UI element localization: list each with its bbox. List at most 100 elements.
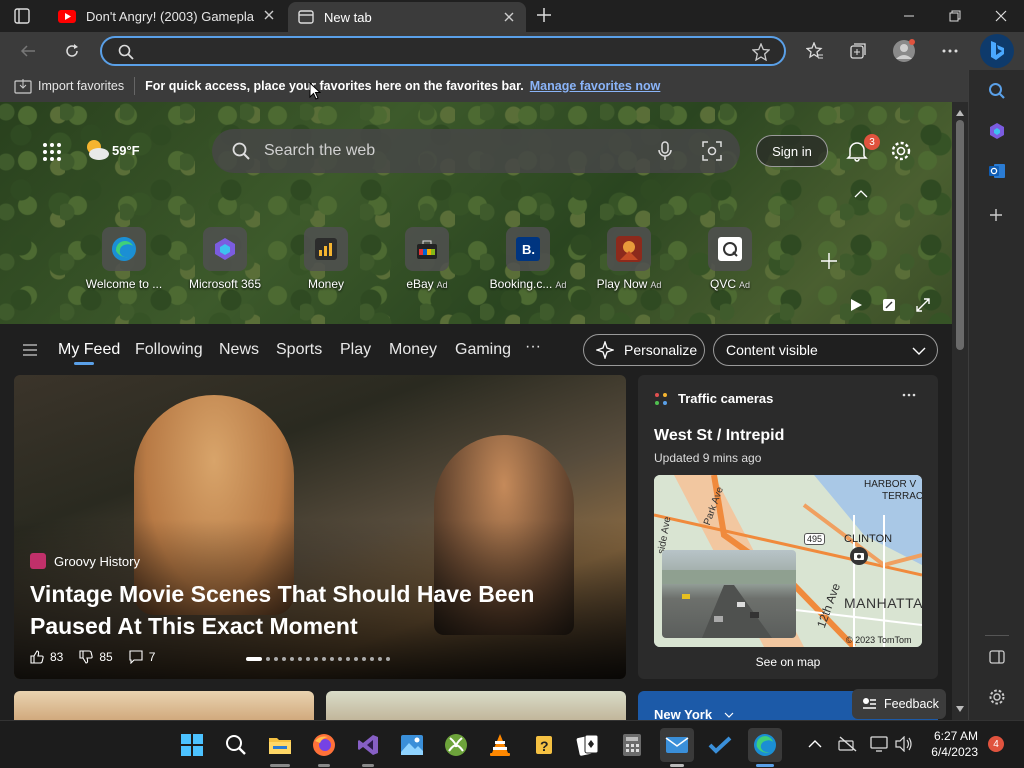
visual-search-icon[interactable] <box>702 141 722 161</box>
close-tab-icon[interactable] <box>262 8 276 22</box>
back-icon[interactable] <box>13 36 43 66</box>
vlc-icon[interactable] <box>484 729 516 761</box>
nav-tab-play[interactable]: Play <box>340 341 371 359</box>
windows-start-icon[interactable] <box>176 729 208 761</box>
firefox-icon[interactable] <box>308 729 340 761</box>
carousel-dot[interactable] <box>314 657 318 661</box>
new-tab-plus-icon[interactable] <box>536 7 552 23</box>
taskbar-search-icon[interactable] <box>220 729 252 761</box>
camera-marker-icon[interactable] <box>850 547 868 565</box>
more-options-icon[interactable] <box>935 36 965 66</box>
favorites-icon[interactable] <box>800 36 830 66</box>
carousel-dot[interactable] <box>322 657 326 661</box>
play-background-icon[interactable] <box>849 298 863 312</box>
carousel-dot[interactable] <box>246 657 262 661</box>
traffic-camera-thumbnail[interactable] <box>662 550 796 638</box>
thumbs-up-icon[interactable] <box>30 650 44 664</box>
carousel-dot[interactable] <box>346 657 350 661</box>
notification-center-badge[interactable]: 4 <box>988 736 1004 752</box>
app-launcher-icon[interactable] <box>42 142 62 162</box>
sidebar-settings-gear-icon[interactable] <box>988 688 1006 706</box>
sidebar-outlook-icon[interactable] <box>988 162 1006 180</box>
quick-link-play-now[interactable]: Play Now Ad <box>584 227 674 291</box>
hide-sidebar-icon[interactable] <box>989 650 1005 664</box>
traffic-cameras-card[interactable]: Traffic cameras West St / Intrepid Updat… <box>638 375 938 679</box>
page-scrollbar[interactable] <box>952 102 968 720</box>
web-search-box[interactable]: Search the web <box>212 129 740 173</box>
sidebar-search-icon[interactable] <box>988 82 1006 100</box>
system-clock[interactable]: 6:27 AM 6/4/2023 <box>926 728 978 760</box>
carousel-dot[interactable] <box>282 657 286 661</box>
tips-app-icon[interactable]: ? <box>528 729 560 761</box>
quick-link-money[interactable]: Money <box>281 227 371 291</box>
story-headline[interactable]: Vintage Movie Scenes That Should Have Be… <box>30 578 570 642</box>
carousel-dot[interactable] <box>290 657 294 661</box>
solitaire-icon[interactable] <box>572 729 604 761</box>
network-disabled-icon[interactable] <box>838 736 858 752</box>
display-network-icon[interactable] <box>870 736 888 752</box>
bing-chat-icon[interactable] <box>980 34 1014 68</box>
add-quick-link-plus-icon[interactable] <box>820 252 838 270</box>
page-settings-gear-icon[interactable] <box>890 140 912 162</box>
todo-icon[interactable] <box>704 729 736 761</box>
traffic-map[interactable]: Park Ave side Ave HARBOR V TERRAC CLINTO… <box>654 475 922 647</box>
expand-icon[interactable] <box>916 298 930 312</box>
collapse-chevron-up-icon[interactable] <box>854 190 868 198</box>
sidebar-microsoft-365-icon[interactable] <box>988 122 1006 140</box>
story-source[interactable]: Groovy History <box>30 553 140 569</box>
carousel-dot[interactable] <box>378 657 382 661</box>
card-more-options-icon[interactable] <box>902 393 916 397</box>
carousel-dot[interactable] <box>386 657 390 661</box>
nav-tab-money[interactable]: Money <box>389 341 437 359</box>
carousel-dot[interactable] <box>298 657 302 661</box>
sidebar-add-icon[interactable] <box>989 208 1003 222</box>
sign-in-button[interactable]: Sign in <box>756 135 828 167</box>
feedback-button[interactable]: Feedback <box>852 689 946 719</box>
nav-tab-gaming[interactable]: Gaming <box>455 341 511 359</box>
carousel-dot[interactable] <box>370 657 374 661</box>
quick-link-ebay[interactable]: eBay Ad <box>382 227 472 291</box>
collections-icon[interactable] <box>843 36 873 66</box>
calculator-icon[interactable] <box>616 729 648 761</box>
carousel-dot[interactable] <box>306 657 310 661</box>
nav-more-button[interactable]: ··· <box>525 338 541 356</box>
carousel-dot[interactable] <box>266 657 270 661</box>
address-input[interactable] <box>142 42 742 60</box>
weather-city-label[interactable]: New York <box>654 707 712 720</box>
quick-link-welcome[interactable]: Welcome to ... <box>79 227 169 291</box>
mail-icon[interactable] <box>660 728 694 762</box>
personalize-button[interactable]: Personalize <box>583 334 705 366</box>
featured-story-card[interactable]: Groovy History Vintage Movie Scenes That… <box>14 375 626 679</box>
minimize-button[interactable] <box>886 0 932 32</box>
manage-favorites-link[interactable]: Manage favorites now <box>530 79 661 93</box>
close-window-button[interactable] <box>978 0 1024 32</box>
nav-tab-news[interactable]: News <box>219 341 259 359</box>
photos-icon[interactable] <box>396 729 428 761</box>
carousel-dot[interactable] <box>354 657 358 661</box>
restore-button[interactable] <box>932 0 978 32</box>
carousel-dot[interactable] <box>338 657 342 661</box>
address-bar[interactable] <box>100 36 786 66</box>
show-hidden-icons-chevron-icon[interactable] <box>808 740 822 748</box>
edge-taskbar-icon[interactable] <box>748 728 782 762</box>
quick-link-booking[interactable]: B. Booking.c... Ad <box>483 227 573 291</box>
quick-link-microsoft-365[interactable]: Microsoft 365 <box>180 227 270 291</box>
microphone-icon[interactable] <box>658 141 672 161</box>
nav-tab-following[interactable]: Following <box>135 341 203 359</box>
story-card-partial[interactable] <box>326 691 626 720</box>
refresh-icon[interactable] <box>57 36 87 66</box>
nav-tab-my-feed[interactable]: My Feed <box>58 341 120 359</box>
carousel-dot[interactable] <box>274 657 278 661</box>
xbox-app-icon[interactable] <box>440 729 472 761</box>
thumbs-down-icon[interactable] <box>79 650 94 664</box>
profile-avatar-icon[interactable] <box>889 36 919 66</box>
nav-tab-sports[interactable]: Sports <box>276 341 322 359</box>
file-explorer-icon[interactable] <box>264 729 296 761</box>
tab-youtube[interactable]: Don't Angry! (2003) Gameplay - <box>48 0 286 32</box>
content-visible-dropdown[interactable]: Content visible <box>713 334 938 366</box>
see-on-map-link[interactable]: See on map <box>638 655 938 669</box>
visual-studio-icon[interactable] <box>352 729 384 761</box>
volume-icon[interactable] <box>895 736 913 752</box>
comment-icon[interactable] <box>129 650 143 664</box>
edit-background-icon[interactable] <box>882 298 896 312</box>
